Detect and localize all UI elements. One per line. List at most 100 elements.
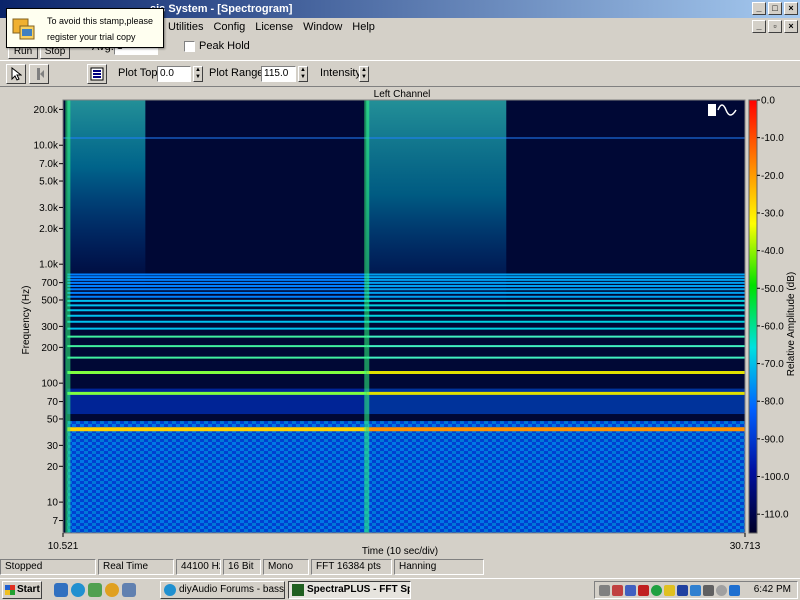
trial-stamp: To avoid this stamp,please register your… [6,8,164,48]
colorbar-tick-label: -20.0 [761,171,784,182]
minimize-icon[interactable]: _ [752,2,766,15]
browser-icon [164,584,176,596]
quick-launch-app-icon[interactable] [122,583,136,597]
y-tick-label: 70 [47,397,59,408]
colorbar [748,99,758,534]
status-icon[interactable] [651,585,662,596]
onset-line [65,100,71,533]
close-icon[interactable]: × [784,2,798,15]
status-sample-rate: 44100 Hz [176,559,221,575]
menu-config[interactable]: Config [208,18,250,36]
plot-toolbar: Plot Top: 0.0 ▲ ▼ Plot Range: 115.0 ▲ ▼ In… [0,60,800,87]
x-tick-label: 10.521 [48,541,79,552]
y-tick-label: 700 [41,278,58,289]
task-spectraplus[interactable]: SpectraPLUS - FFT Sp... [288,581,411,599]
x-axis-label: Time (10 sec/div) [362,546,438,557]
y-tick-label: 20.0k [34,105,59,116]
colorbar-tick-label: -100.0 [761,472,790,483]
y-tick-label: 7.0k [39,159,59,170]
task-label: SpectraPLUS - FFT Sp... [307,584,411,595]
status-bit-depth: 16 Bit [223,559,261,575]
status-window-function: Hanning [394,559,484,575]
clock: 6:42 PM [753,584,791,595]
internet-explorer-icon[interactable] [71,583,85,597]
doc-minimize-icon[interactable]: _ [752,20,766,33]
y-tick-label: 300 [41,322,58,333]
display-toggle-icon-part [708,104,716,116]
spectraplus-icon [292,584,304,596]
y-tick-label: 500 [41,296,58,307]
menu-window[interactable]: Window [298,18,347,36]
colorbar-tick-label: -110.0 [761,510,789,521]
colorbar-tick-label: -10.0 [761,133,784,144]
peak-hold-label: Peak Hold [199,40,250,52]
colorbar-tick-label: -70.0 [761,359,784,370]
colorbar-label: Relative Amplitude (dB) [786,272,797,377]
intensity-spinner[interactable]: ▲ ▼ [359,66,369,82]
network-icon[interactable] [625,585,636,596]
explorer-icon[interactable] [54,583,68,597]
y-tick-label: 2.0k [39,224,59,235]
colorbar-tick-label: 0.0 [761,96,775,107]
cursor-tool-button[interactable] [29,64,49,84]
cursor-tool-icon [37,68,44,80]
menu-utilities[interactable]: Utilities [163,18,208,36]
note-1-high-freq-decay [67,100,146,291]
menu-help[interactable]: Help [347,18,380,36]
plot-range-field[interactable]: 115.0 [261,66,296,82]
task-diyaudio-forums[interactable]: diyAudio Forums - bass g... [160,581,285,599]
status-state: Stopped [0,559,96,575]
plot-top-field[interactable]: 0.0 [157,66,191,82]
y-tick-label: 1.0k [39,260,59,271]
program-group-icon [12,18,35,40]
colorbar-tick-label: -60.0 [761,321,784,332]
y-axis-label: Frequency (Hz) [21,286,32,355]
plot-top-spinner[interactable]: ▲ ▼ [193,66,203,82]
status-mode: Real Time [98,559,174,575]
volume-icon[interactable] [729,585,740,596]
y-tick-label: 50 [47,414,59,425]
status-fft-size: FFT 16384 pts [311,559,392,575]
start-button[interactable]: Start [2,581,42,599]
start-label: Start [17,584,40,595]
trial-stamp-text: To avoid this stamp,please register your… [47,16,154,42]
y-tick-label: 10 [47,498,59,509]
intensity-label: Intensity: [320,67,365,79]
menu-license[interactable]: License [250,18,298,36]
display-properties-icon [90,67,104,81]
antivirus-icon[interactable] [638,585,649,596]
y-tick-label: 30 [47,441,59,452]
select-tool-button[interactable] [6,64,26,84]
statusbar: Stopped Real Time 44100 Hz 16 Bit Mono F… [0,559,800,576]
task-label: diyAudio Forums - bass g... [179,584,285,595]
colorbar-tick-label: -50.0 [761,284,784,295]
y-tick-label: 3.0k [39,203,59,214]
messenger-icon[interactable] [664,585,675,596]
doc-close-icon[interactable]: × [784,20,798,33]
y-tick-label: 10.0k [34,141,59,152]
y-tick-label: 20 [47,462,59,473]
taskbar: Start diyAudio Forums - bass g... Spectr… [0,578,800,600]
tray-device-icon[interactable] [703,585,714,596]
colorbar-tick-label: -30.0 [761,208,784,219]
tray-disk-icon[interactable] [716,585,727,596]
tray-app-icon[interactable] [612,585,623,596]
colorbar-tick-label: -40.0 [761,246,784,257]
y-tick-label: 7 [52,516,58,527]
spectrogram-chart[interactable]: Left Channel 20.0k 10.0k 7.0k 5.0k 3.0k 2.0k 1… [0,88,800,558]
printer-icon[interactable] [599,585,610,596]
doc-restore-icon[interactable]: ▫ [768,20,782,33]
y-tick-label: 200 [41,343,58,354]
window-title: sis System - [Spectrogram] [150,3,293,15]
display-properties-button[interactable] [87,64,107,84]
plot-range-spinner[interactable]: ▲ ▼ [298,66,308,82]
pointer-icon [11,67,22,81]
peak-hold-checkbox[interactable] [184,41,195,52]
tray-utility-icon[interactable] [690,585,701,596]
maximize-icon[interactable]: □ [768,2,782,15]
bluetooth-icon[interactable] [677,585,688,596]
desktop-icon[interactable] [88,583,102,597]
onset-line [364,100,370,533]
windows-logo-icon [5,585,15,595]
media-player-icon[interactable] [105,583,119,597]
